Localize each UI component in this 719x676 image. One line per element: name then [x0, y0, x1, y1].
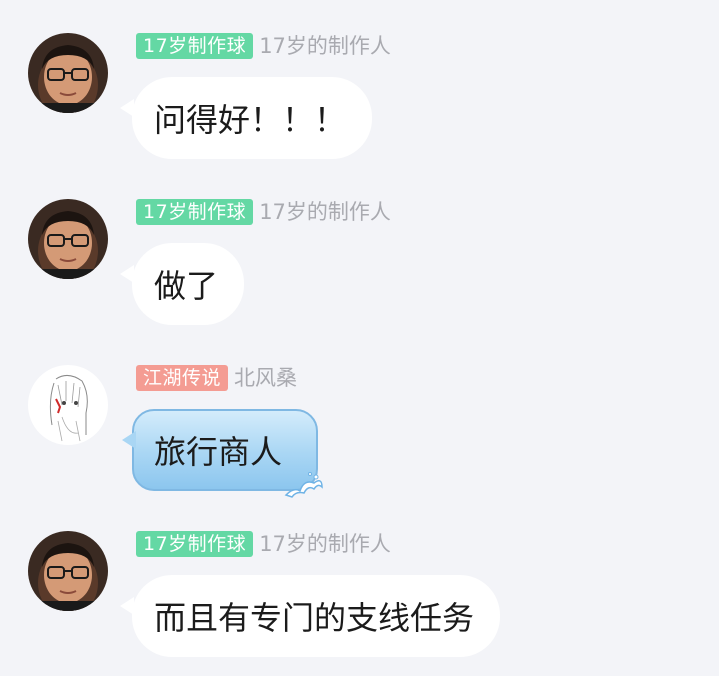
message-header: 17岁制作球 17岁的制作人 [136, 199, 391, 225]
avatar[interactable] [28, 531, 108, 611]
bubble-tail [120, 597, 134, 615]
title-badge: 17岁制作球 [136, 199, 254, 225]
message-bubble[interactable]: 做了 [120, 243, 245, 325]
message-bubble[interactable]: 问得好！！！ [120, 77, 373, 159]
message-text: 问得好！！！ [154, 101, 347, 139]
bubble-tail [120, 99, 134, 117]
avatar[interactable] [28, 365, 108, 445]
wave-icon [284, 472, 323, 498]
message-text: 而且有专门的支线任务 [154, 599, 475, 637]
message-header: 17岁制作球 17岁的制作人 [136, 33, 391, 59]
bubble-tail [120, 265, 134, 283]
message-bubble[interactable]: 旅行商人 [122, 409, 323, 498]
user-avatar-icon [28, 365, 108, 445]
message-text: 做了 [154, 267, 219, 305]
sender-nickname[interactable]: 17岁的制作人 [259, 33, 391, 59]
message-text: 旅行商人 [154, 433, 283, 471]
user-avatar-icon [28, 199, 108, 279]
sender-nickname[interactable]: 17岁的制作人 [259, 531, 391, 557]
message-header: 江湖传说 北风桑 [136, 365, 297, 391]
sender-nickname[interactable]: 17岁的制作人 [259, 199, 391, 225]
title-badge: 17岁制作球 [136, 531, 254, 557]
title-badge: 江湖传说 [136, 365, 229, 391]
user-avatar-icon [28, 531, 108, 611]
title-badge: 17岁制作球 [136, 33, 254, 59]
bubble-tail [122, 431, 136, 449]
user-avatar-icon [28, 33, 108, 113]
message-bubble[interactable]: 而且有专门的支线任务 [120, 575, 501, 657]
avatar[interactable] [28, 33, 108, 113]
message-header: 17岁制作球 17岁的制作人 [136, 531, 391, 557]
avatar[interactable] [28, 199, 108, 279]
sender-nickname[interactable]: 北风桑 [234, 365, 297, 391]
